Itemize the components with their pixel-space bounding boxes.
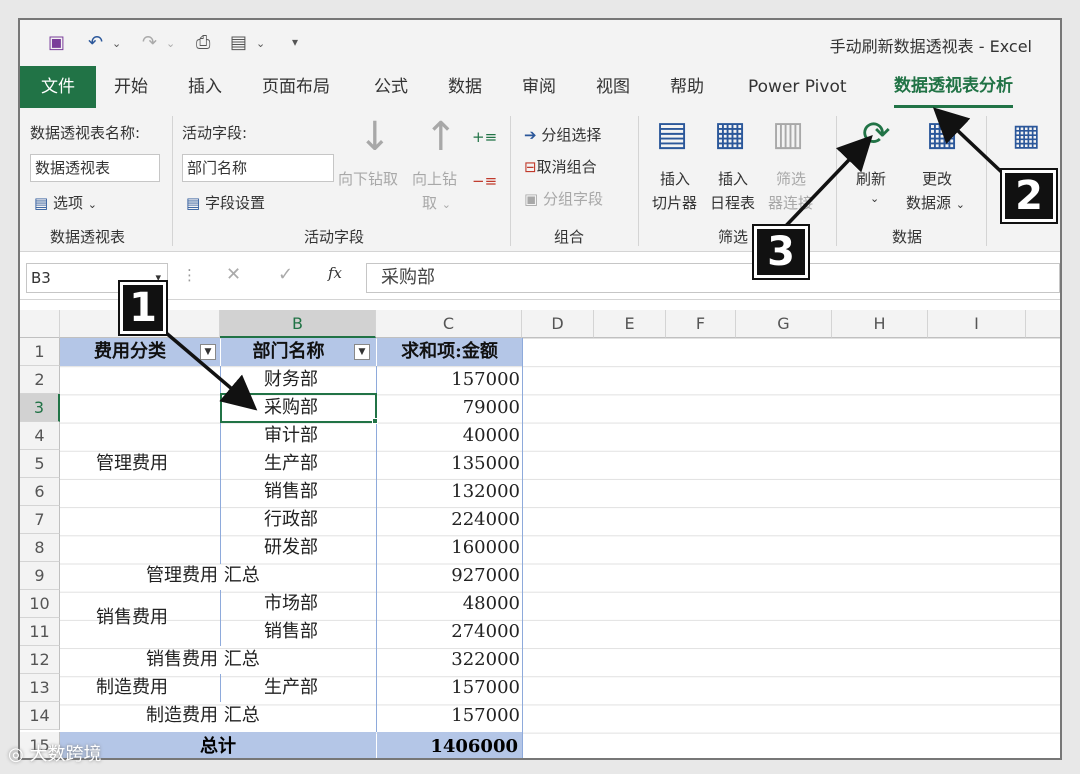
- callout-badge: 3: [754, 226, 808, 278]
- watermark-text: 大数跨境: [29, 744, 102, 765]
- annotation-arrows: [163, 107, 1012, 411]
- callout-badge: 1: [120, 282, 166, 334]
- arrow-to-refresh: [778, 134, 873, 234]
- watermark: ◎ 大数跨境: [8, 740, 101, 766]
- excel-window: ▣ ↶ ⌄ ↷ ⌄ ⎙ ▤ ⌄ ▾ 手动刷新数据透视表 - Excel 文件 开…: [18, 18, 1062, 760]
- arrow-to-tab: [932, 107, 1012, 182]
- arrow-to-cell: [163, 330, 258, 411]
- watermark-logo-icon: ◎: [8, 744, 24, 765]
- callout-badge: 2: [1002, 170, 1056, 222]
